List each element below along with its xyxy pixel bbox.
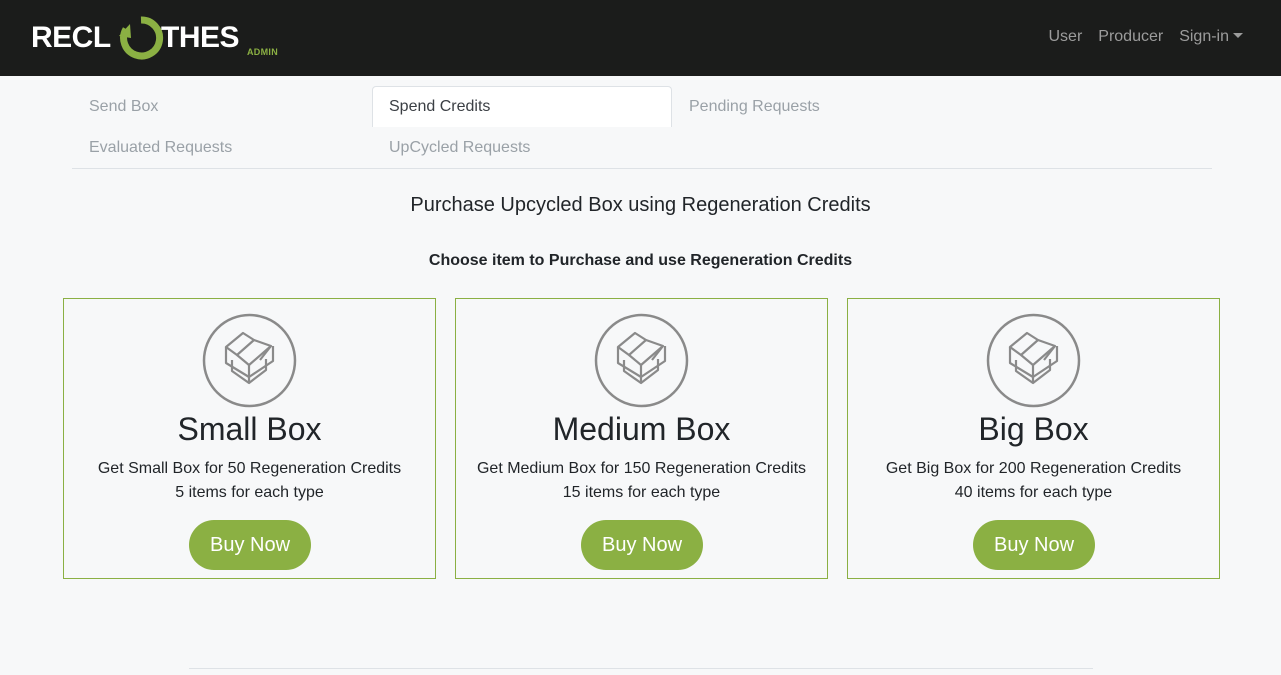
open-box-icon bbox=[594, 313, 689, 408]
card-description: Get Big Box for 200 Regeneration Credits… bbox=[848, 457, 1219, 505]
brand-text-right: THES bbox=[161, 21, 240, 54]
buy-now-button[interactable]: Buy Now bbox=[973, 520, 1095, 570]
brand-logo[interactable]: RECL THES ADMIN bbox=[31, 14, 291, 62]
tab-bar: Send Box Spend Credits Pending Requests … bbox=[72, 86, 1212, 169]
card-title: Medium Box bbox=[552, 411, 731, 447]
card-price-text: Get Small Box for 50 Regeneration Credit… bbox=[97, 460, 402, 477]
medium-box-card: Medium Box Get Medium Box for 150 Regene… bbox=[455, 298, 828, 579]
card-description: Get Small Box for 50 Regeneration Credit… bbox=[64, 457, 435, 505]
nav-links: User Producer Sign-in bbox=[1032, 27, 1243, 47]
tab-evaluated-requests[interactable]: Evaluated Requests bbox=[72, 127, 372, 168]
card-title: Small Box bbox=[177, 411, 322, 447]
brand-text-left: RECL bbox=[31, 21, 111, 54]
card-items-text: 15 items for each type bbox=[562, 484, 721, 501]
brand-admin-label: ADMIN bbox=[247, 47, 278, 57]
tab-send-box[interactable]: Send Box bbox=[72, 86, 372, 127]
tab-upcycled-requests[interactable]: UpCycled Requests bbox=[372, 127, 672, 168]
page-title: Purchase Upcycled Box using Regeneration… bbox=[410, 194, 871, 216]
top-navbar: RECL THES ADMIN User Producer Sign-in bbox=[0, 0, 1281, 76]
card-items-text: 40 items for each type bbox=[954, 484, 1113, 501]
recycle-ring-icon bbox=[119, 16, 164, 60]
nav-user-link[interactable]: User bbox=[1048, 27, 1082, 47]
footer-divider bbox=[189, 668, 1093, 669]
tab-pending-requests[interactable]: Pending Requests bbox=[672, 86, 972, 127]
card-description: Get Medium Box for 150 Regeneration Cred… bbox=[456, 457, 827, 505]
open-box-icon bbox=[202, 313, 297, 408]
buy-now-button[interactable]: Buy Now bbox=[581, 520, 703, 570]
card-items-text: 5 items for each type bbox=[175, 484, 324, 501]
buy-now-button[interactable]: Buy Now bbox=[189, 520, 311, 570]
open-box-icon bbox=[986, 313, 1081, 408]
big-box-card: Big Box Get Big Box for 200 Regeneration… bbox=[847, 298, 1220, 579]
tab-spend-credits[interactable]: Spend Credits bbox=[372, 86, 672, 127]
page-subtitle: Choose item to Purchase and use Regenera… bbox=[428, 252, 853, 269]
nav-producer-link[interactable]: Producer bbox=[1098, 27, 1163, 47]
card-price-text: Get Big Box for 200 Regeneration Credits bbox=[885, 460, 1182, 477]
small-box-card: Small Box Get Small Box for 50 Regenerat… bbox=[63, 298, 436, 579]
card-title: Big Box bbox=[978, 411, 1089, 447]
nav-signin-dropdown[interactable]: Sign-in bbox=[1179, 27, 1243, 47]
nav-signin-label: Sign-in bbox=[1179, 28, 1229, 45]
caret-down-icon bbox=[1233, 33, 1243, 38]
card-price-text: Get Medium Box for 150 Regeneration Cred… bbox=[476, 460, 807, 477]
